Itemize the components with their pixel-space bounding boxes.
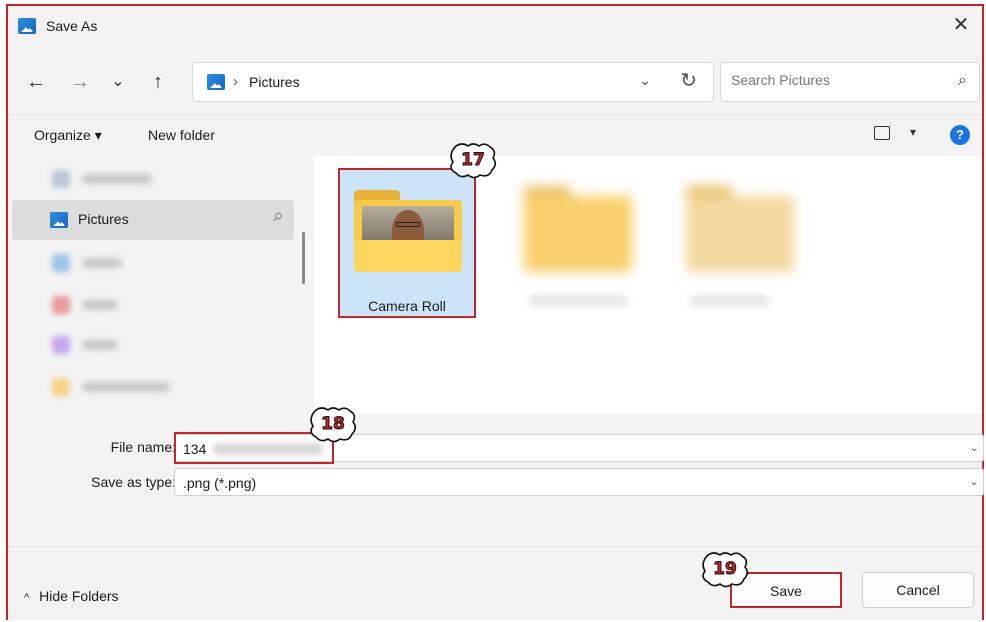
folder-icon[interactable] [524,186,632,276]
save-form: File name: 134 ⌄ Save as type: .png (*.p… [8,414,984,546]
folder-icon[interactable] [686,186,794,276]
close-icon[interactable]: ✕ [948,12,974,38]
organize-menu-button[interactable]: Organize ▾ [34,127,102,144]
address-dropdown-icon[interactable]: ⌄ [639,72,651,89]
pictures-icon [207,74,225,90]
refresh-icon[interactable]: ↻ [680,68,697,93]
view-dropdown-icon[interactable]: ▾ [910,125,916,139]
chevron-down-icon[interactable]: ⌄ [970,475,979,488]
new-folder-button[interactable]: New folder [148,127,215,143]
folder-icon [52,296,70,314]
pin-icon: ⚲ [269,208,286,226]
dialog-title: Save As [46,18,98,34]
chevron-up-icon: ^ [24,592,30,604]
chevron-down-icon[interactable]: ⌄ [970,441,979,454]
callout-number: 19 [713,559,738,580]
save-as-type-value: .png (*.png) [183,475,257,491]
folder-icon [52,336,70,354]
navigation-bar: ← → ⌄ ↑ › Pictures ⌄ ↻ ⌕ [8,46,982,114]
up-arrow-icon[interactable]: ↑ [144,68,172,96]
folder-name: Camera Roll [368,298,446,314]
callout-badge: 17 [448,142,498,180]
forward-arrow-icon[interactable]: → [66,68,94,96]
sidebar-item-label: Pictures [78,211,129,227]
save-as-type-select[interactable]: .png (*.png) ⌄ [174,468,984,496]
callout-badge: 19 [700,551,750,589]
folder-icon [52,254,70,272]
navigation-pane: Pictures ⚲ [8,156,298,414]
save-as-type-label: Save as type: [91,474,176,490]
breadcrumb-separator-icon: › [233,73,238,90]
sidebar-item-pictures[interactable]: Pictures ⚲ [12,200,294,240]
file-name-label: File name: [110,439,176,455]
folder-icon [52,378,70,396]
callout-badge: 18 [308,406,358,444]
breadcrumb-pictures[interactable]: Pictures [249,74,300,90]
cancel-button[interactable]: Cancel [862,572,974,608]
search-input[interactable] [731,72,931,88]
address-bar[interactable]: › Pictures ⌄ ↻ [192,62,714,102]
folder-tile-camera-roll[interactable]: Camera Roll [338,168,476,318]
folder-icon [52,170,70,188]
dialog-footer: ^ Hide Folders Save Cancel [8,546,982,620]
save-as-dialog: Save As ✕ ← → ⌄ ↑ › Pictures ⌄ ↻ ⌕ Organ… [6,4,984,620]
help-icon[interactable]: ? [950,125,970,145]
search-box[interactable]: ⌕ [720,62,980,102]
folder-icon [354,190,462,272]
title-bar: Save As ✕ [8,6,982,46]
pictures-app-icon [18,18,36,34]
sidebar-scrollbar[interactable] [302,232,305,284]
recent-locations-chevron-icon[interactable]: ⌄ [104,68,132,96]
view-mode-icon[interactable] [874,126,890,140]
hide-folders-label: Hide Folders [39,588,119,604]
search-icon[interactable]: ⌕ [958,72,967,90]
hide-folders-button[interactable]: ^ Hide Folders [24,588,119,604]
back-arrow-icon[interactable]: ← [22,68,50,96]
pictures-icon [50,212,68,228]
callout-number: 17 [461,150,486,171]
file-list: Camera Roll [314,156,982,414]
callout-number: 18 [321,414,346,435]
